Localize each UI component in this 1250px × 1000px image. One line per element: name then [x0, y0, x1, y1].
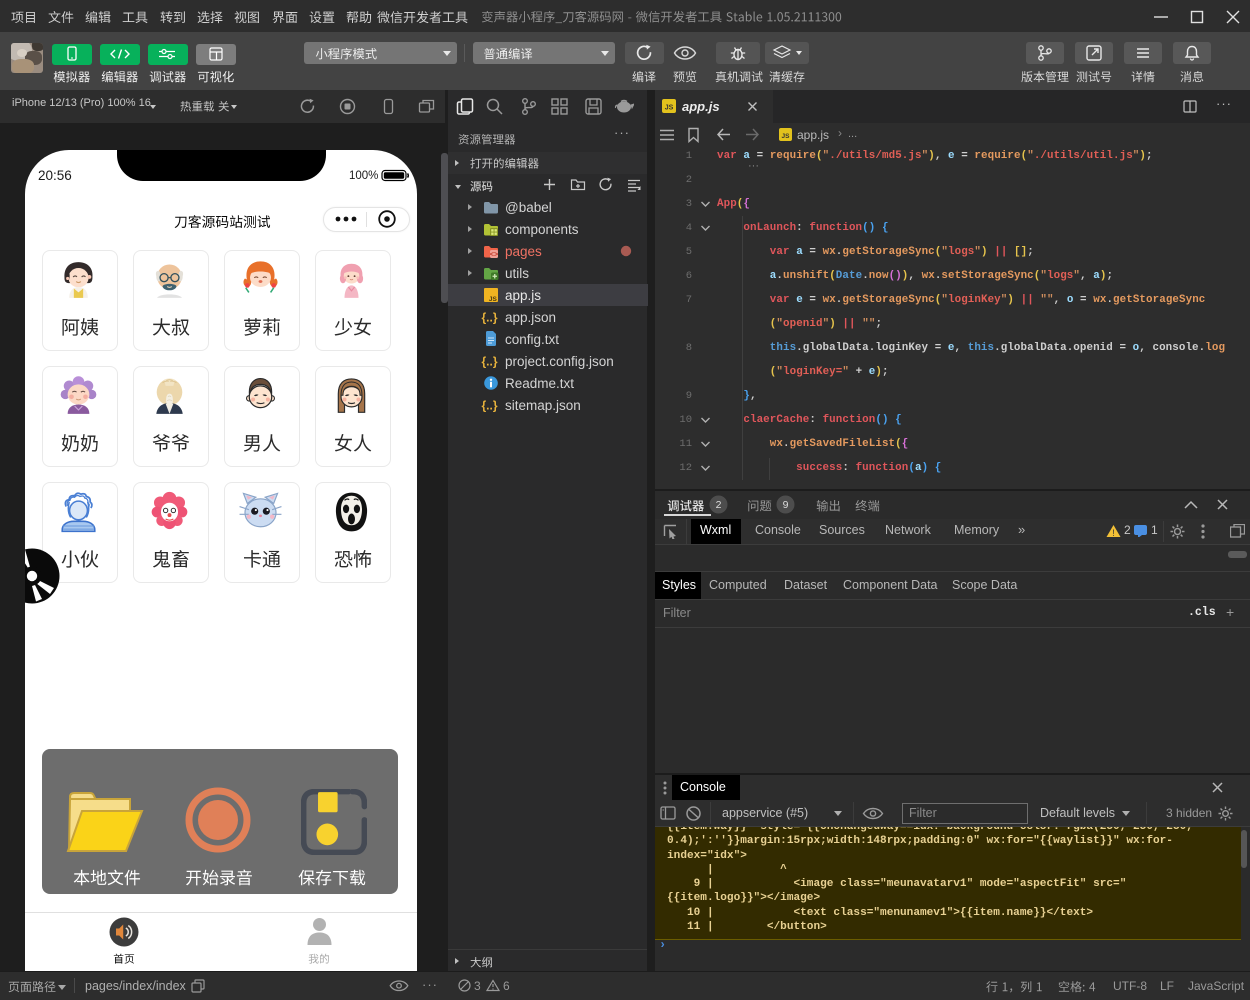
svg-text:{..}: {..} [481, 355, 497, 369]
svg-text:JS: JS [665, 105, 674, 112]
svg-text:9: 9 [783, 499, 789, 511]
svg-text:JS: JS [489, 296, 498, 302]
svg-text:JS: JS [782, 133, 791, 140]
svg-text:!: ! [1112, 528, 1115, 538]
svg-text:{..}: {..} [481, 311, 497, 325]
svg-text:2: 2 [716, 499, 722, 511]
svg-text:<>: <> [490, 252, 498, 259]
svg-text:{..}: {..} [481, 399, 497, 413]
